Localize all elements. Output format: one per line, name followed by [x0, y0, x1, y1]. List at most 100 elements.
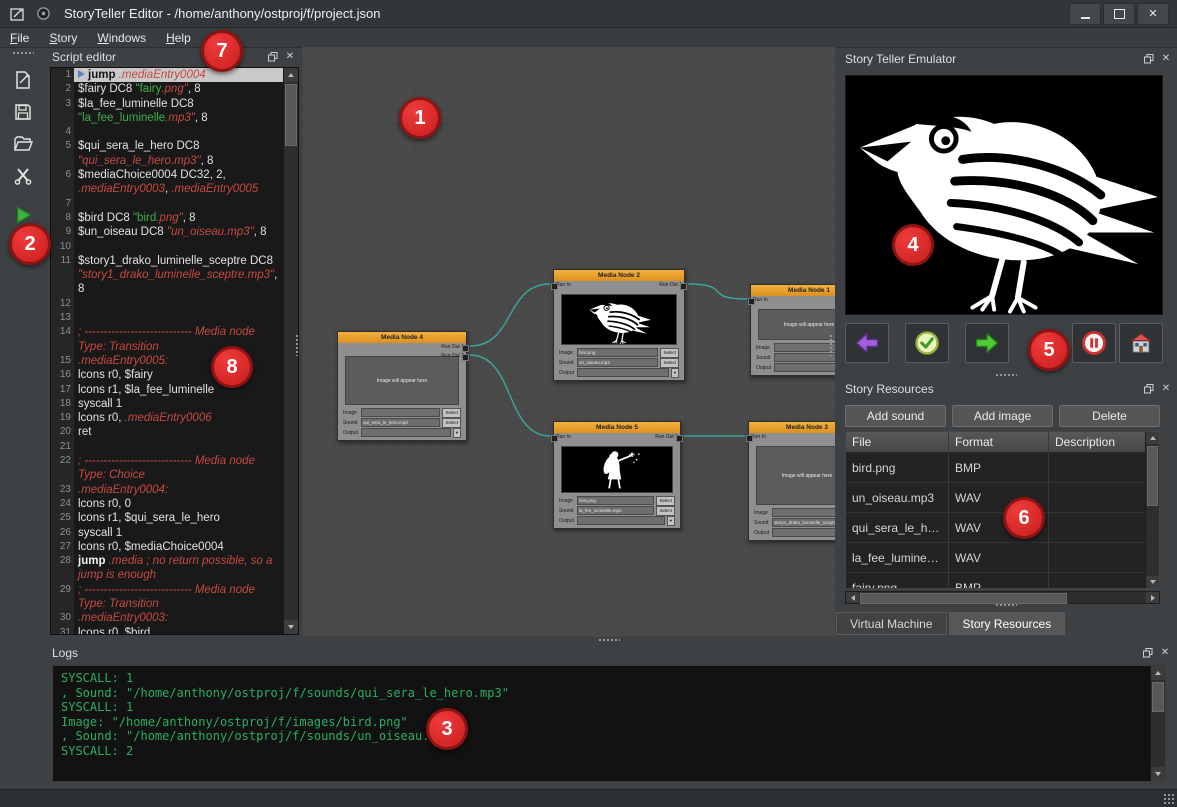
script-line[interactable]: 22; ---------------------------- Media n…	[51, 454, 284, 483]
script-line[interactable]: 29; ---------------------------- Media n…	[51, 583, 284, 612]
column-header[interactable]: File	[846, 432, 949, 453]
script-line[interactable]: 30.mediaEntry0003:	[51, 611, 284, 625]
select-button[interactable]: Select	[660, 348, 679, 358]
script-line[interactable]: 13	[51, 311, 284, 325]
output-port[interactable]	[462, 354, 469, 361]
scrollbar-thumb[interactable]	[860, 593, 1067, 604]
media-node[interactable]: Media Node 4Run Out 1Run Out 2Image will…	[337, 331, 467, 441]
script-line[interactable]: 21	[51, 440, 284, 454]
select-button[interactable]: ▾	[671, 368, 679, 378]
field-value[interactable]	[361, 428, 451, 437]
scroll-left-icon[interactable]	[846, 592, 859, 603]
script-line[interactable]: 17lcons r1, $la_fee_luminelle	[51, 383, 284, 397]
logs-output[interactable]: SYSCALL: 1, Sound: "/home/anthony/ostpro…	[52, 665, 1166, 782]
input-port[interactable]	[746, 435, 753, 442]
save-button[interactable]	[7, 97, 39, 127]
script-line[interactable]: 6$mediaChoice0004 DC32, 2, .mediaEntry00…	[51, 168, 284, 197]
field-value[interactable]	[774, 353, 835, 362]
script-line[interactable]: 23.mediaEntry0004:	[51, 483, 284, 497]
media-node[interactable]: Media Node 2Run InRun Out 1Imagebird.png…	[553, 269, 685, 381]
menu-file[interactable]: File	[0, 30, 39, 46]
table-row[interactable]: fairy.pngBMP	[846, 573, 1146, 588]
field-value[interactable]: qui_sera_le_hero.mp3	[361, 418, 440, 427]
script-line[interactable]: 20ret	[51, 425, 284, 439]
tab-virtual-machine[interactable]: Virtual Machine	[836, 612, 947, 635]
select-button[interactable]: Select	[656, 506, 675, 516]
script-line[interactable]: 12	[51, 297, 284, 311]
scrollbar-thumb[interactable]	[285, 84, 297, 146]
select-button[interactable]: Select	[656, 496, 675, 506]
titlebar[interactable]: StoryTeller Editor - /home/anthony/ostpr…	[0, 0, 1177, 28]
open-button[interactable]	[7, 129, 39, 159]
minimize-button[interactable]	[1069, 3, 1101, 25]
media-node[interactable]: Media Node 3Run InImage will appear here…	[748, 421, 835, 541]
node-graph-canvas[interactable]: Media Node 4Run Out 1Run Out 2Image will…	[302, 47, 835, 637]
script-line[interactable]: 26syscall 1	[51, 526, 284, 540]
table-row[interactable]: bird.pngBMP	[846, 453, 1146, 483]
script-line[interactable]: 10	[51, 240, 284, 254]
field-value[interactable]: un_oiseau.mp3	[577, 358, 658, 367]
logs-scrollbar[interactable]	[1150, 666, 1165, 781]
scrollbar-thumb[interactable]	[1152, 682, 1164, 712]
script-line[interactable]: 2$fairy DC8 "fairy.png", 8	[51, 82, 284, 96]
scroll-up-icon[interactable]	[1151, 666, 1165, 680]
splitter-handle[interactable]	[829, 334, 834, 356]
home-button[interactable]	[1119, 323, 1163, 363]
menu-help[interactable]: Help	[156, 30, 201, 46]
script-line[interactable]: 28jump .media ; no return possible, so a…	[51, 554, 284, 583]
splitter-handle[interactable]	[995, 603, 1017, 608]
float-panel-icon[interactable]	[267, 51, 279, 63]
splitter-handle[interactable]	[598, 638, 620, 643]
resources-table[interactable]: FileFormatDescriptionbird.pngBMPun_oisea…	[845, 431, 1160, 589]
delete-button[interactable]: Delete	[1059, 405, 1160, 427]
scroll-right-icon[interactable]	[1146, 592, 1159, 603]
script-line[interactable]: 27lcons r0, $mediaChoice0004	[51, 540, 284, 554]
script-line[interactable]: 11$story1_drako_luminelle_sceptre DC8 "s…	[51, 254, 284, 297]
script-line[interactable]: 31lcons r0, $bird	[51, 626, 284, 634]
field-value[interactable]	[361, 408, 440, 417]
field-value[interactable]	[772, 528, 835, 537]
script-line[interactable]: 5$qui_sera_le_hero DC8 "qui_sera_le_hero…	[51, 139, 284, 168]
script-line[interactable]: 14; ---------------------------- Media n…	[51, 325, 284, 354]
close-panel-icon[interactable]: ✕	[1159, 647, 1171, 659]
splitter-handle[interactable]	[995, 373, 1017, 378]
scrollbar-thumb[interactable]	[1147, 446, 1158, 506]
script-line[interactable]: 24lcons r0, 0	[51, 497, 284, 511]
field-value[interactable]	[774, 363, 835, 372]
output-port[interactable]	[676, 435, 683, 442]
close-panel-icon[interactable]: ✕	[1160, 53, 1172, 65]
field-value[interactable]	[774, 343, 835, 352]
toolbar-drag-handle[interactable]	[12, 51, 34, 56]
cut-button[interactable]	[7, 161, 39, 191]
select-button[interactable]: ▾	[667, 516, 675, 526]
float-panel-icon[interactable]	[1143, 383, 1155, 395]
input-port[interactable]	[748, 298, 755, 305]
float-panel-icon[interactable]	[1143, 53, 1155, 65]
add-image-button[interactable]: Add image	[952, 405, 1053, 427]
script-line[interactable]: 7	[51, 197, 284, 211]
media-node[interactable]: Media Node 5Run InRun Out 1Imagefairy.pn…	[553, 421, 681, 529]
field-value[interactable]: bird.png	[577, 348, 658, 357]
field-value[interactable]: story1_drako_luminelle_sceptre.mp3	[772, 518, 835, 527]
media-node[interactable]: Media Node 1Run InImage will appear here…	[750, 284, 835, 376]
field-value[interactable]: fairy.png	[577, 496, 654, 505]
next-button[interactable]	[965, 323, 1009, 363]
scroll-down-icon[interactable]	[1151, 767, 1165, 781]
script-line[interactable]: 1jump .mediaEntry0004	[51, 68, 284, 82]
table-row[interactable]: qui_sera_le_h…WAV	[846, 513, 1146, 543]
previous-button[interactable]	[845, 323, 889, 363]
select-button[interactable]: Select	[442, 418, 461, 428]
select-button[interactable]: Select	[442, 408, 461, 418]
column-header[interactable]: Format	[949, 432, 1049, 453]
script-line[interactable]: 3$la_fee_luminelle DC8 "la_fee_luminelle…	[51, 97, 284, 126]
field-value[interactable]: la_fee_luminelle.mp3	[577, 506, 654, 515]
scroll-down-icon[interactable]	[284, 620, 298, 634]
script-line[interactable]: 4	[51, 125, 284, 139]
tab-story-resources[interactable]: Story Resources	[949, 612, 1066, 635]
menu-story[interactable]: Story	[39, 30, 87, 46]
field-value[interactable]	[577, 368, 669, 377]
script-line[interactable]: 18syscall 1	[51, 397, 284, 411]
scroll-up-icon[interactable]	[284, 68, 298, 82]
output-port[interactable]	[680, 283, 687, 290]
script-line[interactable]: 25lcons r1, $qui_sera_le_hero	[51, 511, 284, 525]
